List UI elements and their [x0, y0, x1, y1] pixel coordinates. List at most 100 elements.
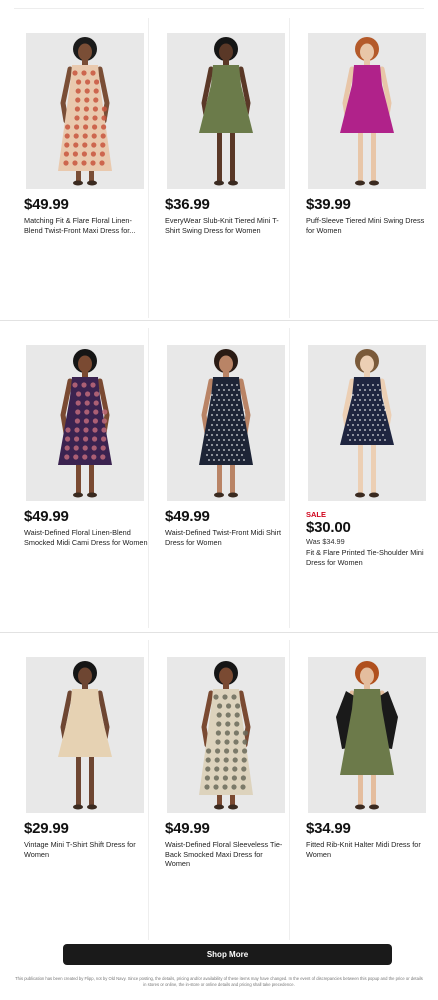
dress-print-dot	[75, 400, 81, 406]
dress-print-dot	[211, 424, 213, 426]
dress-print-dot	[228, 399, 230, 401]
dress-print-dot	[81, 70, 87, 76]
dress-print-dot	[240, 784, 246, 790]
dress-print-dot	[233, 429, 235, 431]
dress-print-dot	[359, 429, 361, 431]
dress-print-dot	[362, 404, 364, 406]
dress-print-dot	[211, 434, 213, 436]
dress-print-dot	[81, 160, 87, 166]
dress-print-dot	[349, 419, 351, 421]
model-leg-right	[230, 795, 235, 805]
dress-print-dot	[228, 389, 230, 391]
dress-print-dot	[374, 439, 376, 441]
dress-print-dot	[65, 436, 71, 442]
product-card[interactable]: $36.99 EveryWear Slub-Knit Tiered Mini T…	[149, 18, 290, 318]
dress-print-dot	[357, 434, 359, 436]
dress-print-dot	[231, 694, 237, 700]
dress-print-dot	[372, 394, 374, 396]
product-title[interactable]: Fit & Flare Printed Tie-Shoulder Mini Dr…	[306, 548, 430, 567]
product-card[interactable]: $49.99 Matching Fit & Flare Floral Linen…	[8, 18, 149, 318]
dress-print-dot	[382, 434, 384, 436]
product-card[interactable]: $49.99 Waist-Defined Floral Sleeveless T…	[149, 640, 290, 940]
product-image[interactable]	[308, 33, 426, 189]
product-image[interactable]	[26, 657, 144, 813]
dress-print-dot	[236, 394, 238, 396]
product-card[interactable]: SALE $30.00 Was $34.99 Fit & Flare Print…	[290, 328, 430, 628]
model-photo-illustration	[167, 33, 285, 189]
model-shoe-right	[369, 492, 379, 498]
product-title[interactable]: Fitted Rib-Knit Halter Midi Dress for Wo…	[306, 840, 430, 859]
dress-print-dot	[231, 434, 233, 436]
dress-print-dot	[216, 712, 222, 718]
model-face	[360, 667, 374, 685]
dress-print-dot	[354, 439, 356, 441]
dress-print-dot	[76, 79, 82, 85]
dress-print-dot	[367, 394, 369, 396]
product-title[interactable]: Matching Fit & Flare Floral Linen-Blend …	[24, 216, 148, 235]
product-card[interactable]: $49.99 Waist-Defined Floral Linen-Blend …	[8, 328, 149, 628]
dress-print-dot	[379, 389, 381, 391]
model-neck	[82, 371, 88, 377]
product-card[interactable]: $34.99 Fitted Rib-Knit Halter Midi Dress…	[290, 640, 430, 940]
product-title[interactable]: Vintage Mini T-Shirt Shift Dress for Wom…	[24, 840, 148, 859]
product-title[interactable]: Puff-Sleeve Tiered Mini Swing Dress for …	[306, 216, 430, 235]
dress-print-dot	[93, 409, 99, 415]
dress-print-dot	[218, 389, 220, 391]
dress-print-dot	[213, 439, 215, 441]
dress-print-dot	[234, 712, 240, 718]
dress-print-dot	[223, 419, 225, 421]
dress-print-dot	[233, 739, 239, 745]
dress-print-dot	[85, 79, 91, 85]
dress-print-dot	[208, 449, 210, 451]
product-title[interactable]: Waist-Defined Floral Sleeveless Tie-Back…	[165, 840, 289, 869]
dress-print-dot	[359, 439, 361, 441]
dress-print-dot	[223, 399, 225, 401]
product-image[interactable]	[167, 657, 285, 813]
dress-print-dot	[236, 424, 238, 426]
dress-print-dot	[99, 151, 105, 157]
dress-print-dot	[81, 382, 87, 388]
product-image[interactable]	[26, 33, 144, 189]
product-title[interactable]: EveryWear Slub-Knit Tiered Mini T-Shirt …	[165, 216, 289, 235]
shop-more-button[interactable]: Shop More	[63, 944, 392, 965]
dress-print-dot	[233, 409, 235, 411]
product-image[interactable]	[26, 345, 144, 501]
model-neck	[223, 371, 229, 377]
dress-print-dot	[241, 424, 243, 426]
dress-print-dot	[91, 445, 97, 451]
dress-print-dot	[221, 414, 223, 416]
dress-print-dot	[367, 434, 369, 436]
dress-print-dot	[226, 444, 228, 446]
dress-print-dot	[242, 730, 248, 736]
dress-print-dot	[204, 784, 210, 790]
dress-print-dot	[236, 434, 238, 436]
dress-print-dot	[231, 394, 233, 396]
dress-print-dot	[362, 434, 364, 436]
model-shoe-left	[355, 804, 365, 810]
dress-print-dot	[241, 434, 243, 436]
top-divider	[14, 8, 424, 9]
product-card[interactable]: $39.99 Puff-Sleeve Tiered Mini Swing Dre…	[290, 18, 430, 318]
dress-print-dot	[238, 439, 240, 441]
dress-print-dot	[238, 409, 240, 411]
dress-print-dot	[352, 434, 354, 436]
dress-print-dot	[369, 409, 371, 411]
product-image[interactable]	[308, 345, 426, 501]
product-image[interactable]	[167, 345, 285, 501]
dress-print-dot	[377, 384, 379, 386]
product-title[interactable]: Waist-Defined Floral Linen-Blend Smocked…	[24, 528, 148, 547]
product-title[interactable]: Waist-Defined Twist-Front Midi Shirt Dre…	[165, 528, 289, 547]
sale-badge: SALE	[306, 510, 327, 519]
dress-print-dot	[362, 414, 364, 416]
product-card[interactable]: $29.99 Vintage Mini T-Shirt Shift Dress …	[8, 640, 149, 940]
product-card[interactable]: $49.99 Waist-Defined Twist-Front Midi Sh…	[149, 328, 290, 628]
dress-print-dot	[357, 404, 359, 406]
product-image[interactable]	[167, 33, 285, 189]
dress-print-dot	[359, 399, 361, 401]
model-photo-illustration	[308, 33, 426, 189]
dress-print-dot	[73, 445, 79, 451]
product-image[interactable]	[308, 657, 426, 813]
dress-print-dot	[354, 429, 356, 431]
disclaimer-text: This publication has been created by Fli…	[15, 976, 423, 987]
dress-print-dot	[236, 404, 238, 406]
